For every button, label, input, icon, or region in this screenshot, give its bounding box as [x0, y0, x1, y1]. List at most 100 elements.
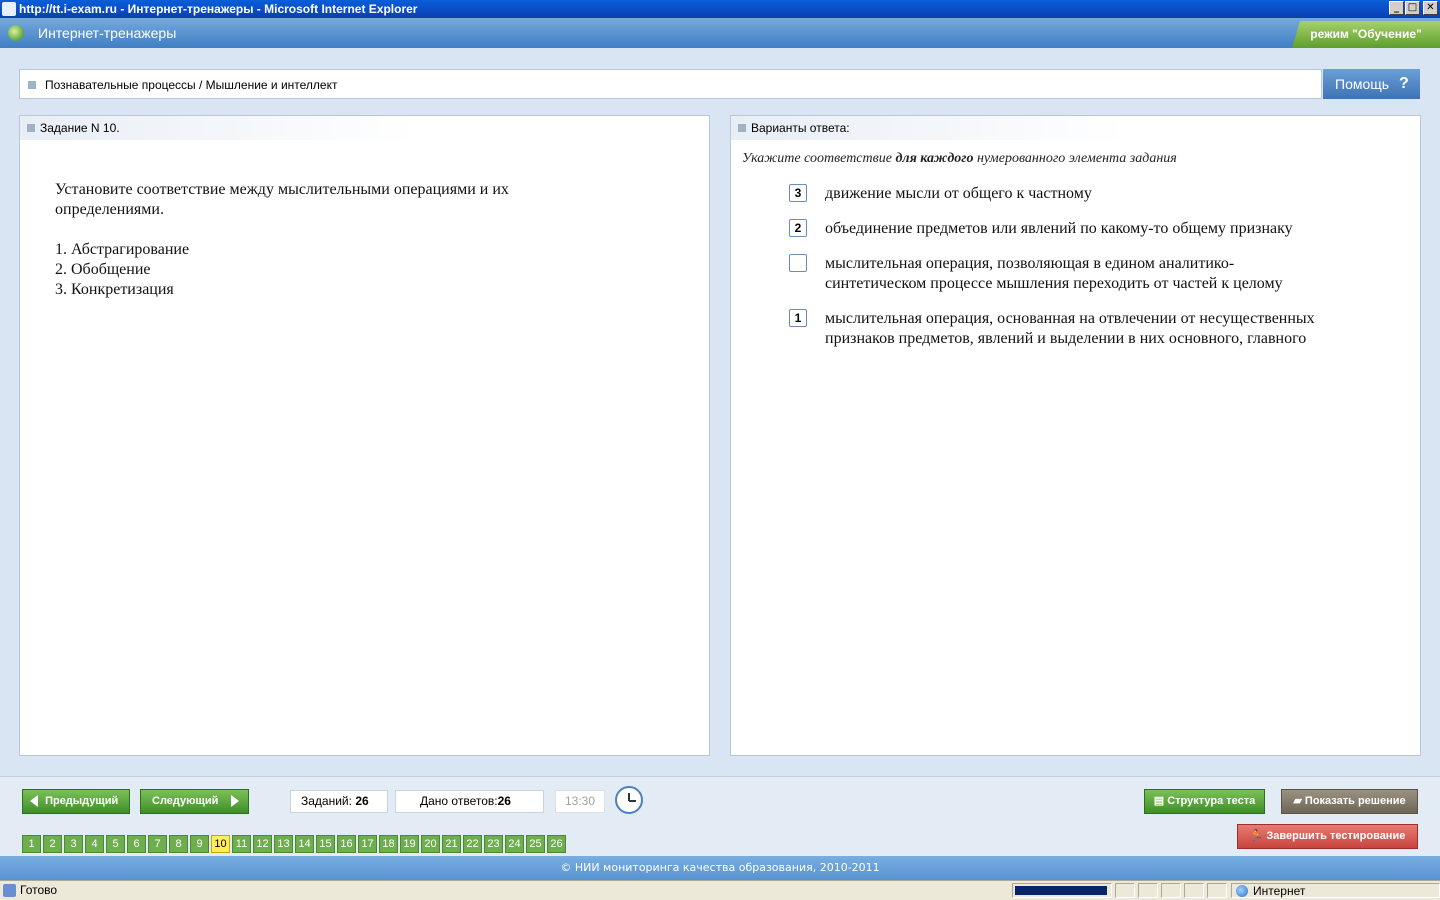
question-item: 1. Абстрагирование [55, 241, 190, 258]
answer-input[interactable]: 2 [789, 219, 807, 237]
progress-fill [1015, 886, 1107, 895]
question-number-button[interactable]: 8 [169, 835, 188, 853]
question-text: Установите соответствие между мыслительн… [55, 181, 509, 218]
answer-input[interactable] [789, 254, 807, 272]
tasks-label: Заданий: [301, 794, 352, 808]
bullet-square-icon [27, 124, 35, 132]
answer-input[interactable]: 3 [789, 184, 807, 202]
breadcrumb: Познавательные процессы / Мышление и инт… [19, 69, 1322, 99]
show-solution-button[interactable]: ▰ Показать решение [1281, 789, 1418, 814]
question-number-button[interactable]: 1 [22, 835, 41, 853]
question-number-button[interactable]: 16 [337, 835, 356, 853]
minimize-button[interactable]: _ [1389, 1, 1404, 15]
question-number-button[interactable]: 7 [148, 835, 167, 853]
breadcrumb-text: Познавательные процессы / Мышление и инт… [45, 78, 338, 92]
question-number-button[interactable]: 18 [379, 835, 398, 853]
zone-text: Интернет [1253, 884, 1306, 898]
next-label: Следующий [152, 795, 219, 807]
book-icon: ▰ [1293, 795, 1302, 807]
answer-text: мыслительная операция, позволяющая в еди… [825, 255, 1283, 292]
question-number-button[interactable]: 19 [400, 835, 419, 853]
app-header: Интернет-тренажеры [0, 18, 1440, 48]
answered-count: 26 [497, 794, 511, 808]
instruction-text: нумерованного элемента задания [973, 151, 1177, 166]
question-number-button[interactable]: 3 [64, 835, 83, 853]
arrow-right-icon [231, 795, 240, 808]
next-button[interactable]: Следующий [140, 789, 249, 814]
show-solution-label: Показать решение [1304, 795, 1406, 807]
question-items: 1. Абстрагирование 2. Обобщение 3. Конкр… [55, 240, 189, 300]
question-number-button[interactable]: 12 [253, 835, 272, 853]
status-cell [1138, 883, 1158, 898]
question-number-button[interactable]: 15 [316, 835, 335, 853]
question-number-button[interactable]: 5 [106, 835, 125, 853]
question-number-button[interactable]: 26 [547, 835, 566, 853]
progress-cell [1012, 883, 1112, 898]
help-label: Помощь [1335, 76, 1390, 92]
tasks-count: 26 [355, 794, 369, 808]
task-panel: Задание N 10. Установите соответствие ме… [19, 115, 710, 756]
finish-test-label: Завершить тестирование [1266, 830, 1406, 842]
question-number-button[interactable]: 14 [295, 835, 314, 853]
question-number-button[interactable]: 4 [85, 835, 104, 853]
question-number-button[interactable]: 24 [505, 835, 524, 853]
maximize-button[interactable]: □ [1405, 1, 1420, 15]
answer-text: объединение предметов или явлений по как… [825, 220, 1293, 237]
bullet-square-icon [28, 81, 36, 89]
answers-panel: Варианты ответа: Укажите соответствие дл… [730, 115, 1421, 756]
test-structure-button[interactable]: ▤ Структура теста [1144, 789, 1265, 814]
page-icon [3, 884, 16, 897]
question-number-button[interactable]: 11 [232, 835, 251, 853]
zone-cell: Интернет [1231, 883, 1440, 898]
question-number-button[interactable]: 23 [484, 835, 503, 853]
answer-instruction: Укажите соответствие для каждого нумеров… [742, 151, 1177, 167]
app-title: Интернет-тренажеры [38, 25, 177, 41]
browser-status-bar: Готово Интернет [0, 880, 1440, 900]
question-number-button[interactable]: 9 [190, 835, 209, 853]
tasks-count-box: Заданий: 26 [290, 790, 388, 813]
globe-icon [1236, 885, 1248, 897]
question-item: 3. Конкретизация [55, 281, 174, 298]
instruction-emphasis: для каждого [895, 151, 974, 166]
window-title: http://tt.i-exam.ru - Интернет-тренажеры… [19, 2, 418, 16]
question-number-button[interactable]: 22 [463, 835, 482, 853]
help-button[interactable]: Помощь ? [1323, 69, 1420, 99]
status-cell [1115, 883, 1135, 898]
copyright: © НИИ мониторинга качества образования, … [0, 856, 1440, 880]
instruction-text: Укажите соответствие [742, 151, 896, 166]
question-item: 2. Обобщение [55, 261, 151, 278]
answers-header: Варианты ответа: [751, 121, 850, 135]
previous-button[interactable]: Предыдущий [22, 789, 130, 814]
running-man-icon: 🏃 [1249, 830, 1264, 842]
answer-text: мыслительная операция, основанная на отв… [825, 310, 1315, 347]
internet-explorer-icon [2, 2, 16, 16]
close-button[interactable]: ✕ [1423, 1, 1438, 15]
previous-label: Предыдущий [45, 795, 119, 807]
question-mark-icon: ? [1399, 75, 1409, 92]
answer-input[interactable]: 1 [789, 309, 807, 327]
finish-test-button[interactable]: 🏃 Завершить тестирование [1237, 824, 1418, 849]
question-number-button[interactable]: 21 [442, 835, 461, 853]
task-number: Задание N 10. [40, 121, 120, 135]
question-number-button[interactable]: 10 [211, 835, 230, 853]
question-number-button[interactable]: 17 [358, 835, 377, 853]
window-title-bar: http://tt.i-exam.ru - Интернет-тренажеры… [0, 0, 1440, 18]
status-cell [1161, 883, 1181, 898]
timer: 13:30 [555, 790, 605, 813]
mode-badge: режим "Обучение" [1292, 21, 1440, 48]
question-number-button[interactable]: 20 [421, 835, 440, 853]
list-icon: ▤ [1153, 795, 1165, 807]
answered-count-box: Дано ответов:26 [395, 790, 544, 813]
globe-logo-icon [8, 25, 24, 41]
status-text: Готово [20, 883, 58, 897]
answered-label: Дано ответов: [420, 794, 498, 808]
question-number-button[interactable]: 6 [127, 835, 146, 853]
bullet-square-icon [738, 124, 746, 132]
answers-panel-header: Варианты ответа: [731, 116, 1126, 140]
question-number-button[interactable]: 25 [526, 835, 545, 853]
question-number-button[interactable]: 2 [43, 835, 62, 853]
question-number-button[interactable]: 13 [274, 835, 293, 853]
clock-icon[interactable] [615, 786, 643, 814]
answer-text: движение мысли от общего к частному [825, 185, 1092, 202]
test-structure-label: Структура теста [1167, 795, 1256, 807]
